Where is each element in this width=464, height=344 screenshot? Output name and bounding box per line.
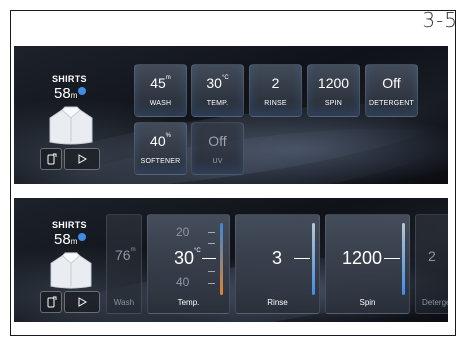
- tile-spin[interactable]: 1200 SPIN: [307, 64, 360, 117]
- settings-scroll-screen: SHIRTS 58m 76m Wash 20 30°C 40 Temp. 3 R…: [14, 198, 448, 322]
- column-detergent[interactable]: 2 Deterge: [415, 214, 448, 314]
- tile-wash[interactable]: 45m WASH: [134, 64, 187, 117]
- tile-number: 40: [150, 133, 166, 149]
- timer-icon: [78, 87, 87, 95]
- tile-number: 45: [150, 75, 166, 91]
- phone-control-icon: [47, 296, 57, 308]
- rinse-label: Rinse: [267, 298, 288, 307]
- program-time: 58m: [54, 85, 87, 102]
- spin-value: 1200: [342, 248, 383, 268]
- remote-control-button[interactable]: [40, 148, 62, 170]
- tile-rinse[interactable]: 2 RINSE: [249, 64, 302, 117]
- wash-number: 76: [115, 247, 131, 263]
- column-rinse[interactable]: 3 Rinse: [235, 214, 320, 314]
- wash-label: Wash: [113, 298, 135, 307]
- tile-uv[interactable]: Off UV: [191, 122, 244, 175]
- tile-value: 30°C: [192, 75, 243, 91]
- tile-number: 30: [206, 75, 222, 91]
- tile-label: DETERGENT: [369, 100, 414, 107]
- start-button[interactable]: [64, 148, 100, 170]
- scale-tick: [208, 283, 215, 284]
- shirt-icon: [49, 106, 93, 145]
- wash-value: 76m: [115, 247, 136, 263]
- wash-unit: m: [130, 247, 136, 253]
- detergent-value: 2: [428, 248, 436, 264]
- tile-number: 2: [271, 75, 280, 91]
- tile-label: SOFTENER: [140, 158, 181, 165]
- temp-number: 30: [174, 248, 195, 268]
- tile-number: 1200: [317, 75, 350, 91]
- tile-value: 45m: [135, 75, 186, 91]
- remote-control-button[interactable]: [40, 291, 62, 313]
- tile-unit: m: [165, 75, 171, 81]
- temp-option-below: 40: [176, 275, 190, 289]
- play-icon: [78, 297, 87, 307]
- timer-icon: [78, 233, 87, 241]
- program-time-value: 58: [54, 231, 71, 248]
- tile-value: 40%: [135, 133, 186, 149]
- phone-control-icon: [47, 153, 57, 165]
- scale-tick: [208, 243, 215, 244]
- temp-option-above: 20: [176, 225, 190, 239]
- program-time: 58m: [54, 231, 87, 248]
- detergent-label: Deterge: [422, 298, 448, 307]
- tile-softener[interactable]: 40% SOFTENER: [134, 122, 187, 175]
- play-icon: [78, 154, 87, 164]
- tile-label: UV: [212, 158, 223, 165]
- tile-number: Off: [382, 75, 401, 91]
- temp-unit: °C: [194, 248, 201, 254]
- tile-label: TEMP.: [206, 100, 229, 107]
- temp-label: Temp.: [177, 298, 200, 307]
- temp-slider-bar[interactable]: [220, 223, 223, 295]
- scale-tick: [208, 232, 215, 233]
- tile-temp[interactable]: 30°C TEMP.: [191, 64, 244, 117]
- rinse-value: 3: [272, 248, 283, 268]
- scale-tick-selected: [202, 258, 216, 259]
- page-number: 3-5: [422, 8, 458, 32]
- tile-value: Off: [366, 75, 417, 91]
- tile-unit: %: [165, 133, 171, 139]
- program-time-unit: m: [70, 237, 78, 246]
- tile-label: WASH: [149, 100, 172, 107]
- spin-slider-bar[interactable]: [402, 223, 405, 295]
- rinse-slider-bar[interactable]: [312, 223, 315, 295]
- tile-detergent[interactable]: Off DETERGENT: [365, 64, 418, 117]
- tile-label: RINSE: [264, 100, 287, 107]
- shirt-icon: [50, 252, 92, 289]
- program-name: SHIRTS: [52, 74, 87, 84]
- column-temp[interactable]: 20 30°C 40 Temp.: [147, 214, 230, 314]
- temp-value: 30°C: [174, 248, 201, 269]
- program-time-value: 58: [54, 85, 71, 102]
- scale-tick-selected: [294, 258, 310, 259]
- spin-label: Spin: [359, 298, 376, 307]
- scale-tick: [208, 271, 215, 272]
- program-time-unit: m: [70, 91, 78, 100]
- tile-value: Off: [192, 133, 243, 149]
- start-button[interactable]: [64, 291, 100, 313]
- column-spin[interactable]: 1200 Spin: [325, 214, 410, 314]
- column-wash[interactable]: 76m Wash: [106, 214, 142, 314]
- settings-grid-screen: SHIRTS 58m 45m WASH 30°C TEMP. 2 RINSE 1…: [14, 46, 448, 184]
- tile-label: SPIN: [324, 100, 343, 107]
- program-name: SHIRTS: [52, 220, 87, 230]
- tile-number: Off: [208, 133, 227, 149]
- scale-tick-selected: [384, 258, 400, 259]
- tile-unit: °C: [221, 75, 229, 81]
- tile-value: 1200: [308, 75, 359, 91]
- tile-value: 2: [250, 75, 301, 91]
